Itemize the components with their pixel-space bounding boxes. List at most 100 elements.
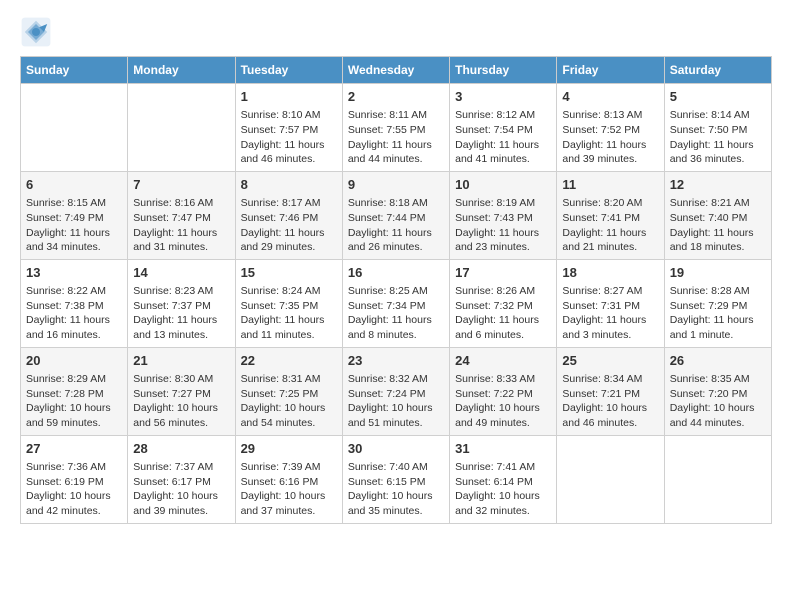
calendar-cell: 29Sunrise: 7:39 AM Sunset: 6:16 PM Dayli… [235, 435, 342, 523]
calendar-table: SundayMondayTuesdayWednesdayThursdayFrid… [20, 56, 772, 524]
cell-content: Sunrise: 8:14 AM Sunset: 7:50 PM Dayligh… [670, 108, 766, 167]
day-number: 15 [241, 264, 337, 282]
day-number: 16 [348, 264, 444, 282]
calendar-cell [21, 84, 128, 172]
day-header-sunday: Sunday [21, 57, 128, 84]
cell-content: Sunrise: 8:19 AM Sunset: 7:43 PM Dayligh… [455, 196, 551, 255]
calendar-cell: 15 Sunrise: 8:24 AM Sunset: 7:35 PM Dayli… [235, 259, 342, 347]
calendar-cell: 1 Sunrise: 8:10 AM Sunset: 7:57 PM Daylig… [235, 84, 342, 172]
day-number: 24 [455, 352, 551, 370]
header [20, 16, 772, 48]
cell-content: Sunrise: 8:13 AM Sunset: 7:52 PM Dayligh… [562, 108, 658, 167]
day-number: 31 [455, 440, 551, 458]
cell-content: Sunrise: 8:35 AM Sunset: 7:20 PM Dayligh… [670, 372, 766, 431]
day-number: 7 [133, 176, 229, 194]
day-number: 3 [455, 88, 551, 106]
cell-content: Sunrise: 8:21 AM Sunset: 7:40 PM Dayligh… [670, 196, 766, 255]
calendar-cell: 16 Sunrise: 8:25 AM Sunset: 7:34 PM Dayli… [342, 259, 449, 347]
day-number: 5 [670, 88, 766, 106]
day-header-friday: Friday [557, 57, 664, 84]
day-number: 9 [348, 176, 444, 194]
day-number: 17 [455, 264, 551, 282]
day-number: 6 [26, 176, 122, 194]
cell-content: Sunrise: 8:29 AM Sunset: 7:28 PM Dayligh… [26, 372, 122, 431]
cell-content: Sunrise: 8:25 AM Sunset: 7:34 PM Dayligh… [348, 284, 444, 343]
cell-content: Sunrise: 8:17 AM Sunset: 7:46 PM Dayligh… [241, 196, 337, 255]
cell-content: Sunrise: 8:23 AM Sunset: 7:37 PM Dayligh… [133, 284, 229, 343]
calendar-cell: 13 Sunrise: 8:22 AM Sunset: 7:38 PM Dayli… [21, 259, 128, 347]
day-number: 12 [670, 176, 766, 194]
cell-content: Sunrise: 7:40 AM Sunset: 6:15 PM Dayligh… [348, 460, 444, 519]
page: SundayMondayTuesdayWednesdayThursdayFrid… [0, 0, 792, 540]
cell-content: Sunrise: 8:24 AM Sunset: 7:35 PM Dayligh… [241, 284, 337, 343]
day-number: 13 [26, 264, 122, 282]
calendar-cell: 2Sunrise: 8:11 AM Sunset: 7:55 PM Daylig… [342, 84, 449, 172]
calendar-cell: 7Sunrise: 8:16 AM Sunset: 7:47 PM Daylig… [128, 171, 235, 259]
cell-content: Sunrise: 8:10 AM Sunset: 7:57 PM Dayligh… [241, 108, 337, 167]
day-number: 28 [133, 440, 229, 458]
week-row-4: 20 Sunrise: 8:29 AM Sunset: 7:28 PM Dayli… [21, 347, 772, 435]
calendar-cell: 12 Sunrise: 8:21 AM Sunset: 7:40 PM Dayli… [664, 171, 771, 259]
calendar-cell: 11 Sunrise: 8:20 AM Sunset: 7:41 PM Dayli… [557, 171, 664, 259]
day-number: 20 [26, 352, 122, 370]
week-row-2: 6 Sunrise: 8:15 AM Sunset: 7:49 PM Daylig… [21, 171, 772, 259]
day-number: 21 [133, 352, 229, 370]
day-number: 2 [348, 88, 444, 106]
cell-content: Sunrise: 8:22 AM Sunset: 7:38 PM Dayligh… [26, 284, 122, 343]
calendar-cell: 9 Sunrise: 8:18 AM Sunset: 7:44 PM Daylig… [342, 171, 449, 259]
day-number: 8 [241, 176, 337, 194]
calendar-cell: 23Sunrise: 8:32 AM Sunset: 7:24 PM Dayli… [342, 347, 449, 435]
day-header-wednesday: Wednesday [342, 57, 449, 84]
logo [20, 16, 54, 48]
cell-content: Sunrise: 7:37 AM Sunset: 6:17 PM Dayligh… [133, 460, 229, 519]
cell-content: Sunrise: 8:27 AM Sunset: 7:31 PM Dayligh… [562, 284, 658, 343]
header-row: SundayMondayTuesdayWednesdayThursdayFrid… [21, 57, 772, 84]
cell-content: Sunrise: 8:18 AM Sunset: 7:44 PM Dayligh… [348, 196, 444, 255]
cell-content: Sunrise: 8:20 AM Sunset: 7:41 PM Dayligh… [562, 196, 658, 255]
week-row-3: 13 Sunrise: 8:22 AM Sunset: 7:38 PM Dayli… [21, 259, 772, 347]
day-number: 10 [455, 176, 551, 194]
day-number: 14 [133, 264, 229, 282]
day-number: 22 [241, 352, 337, 370]
calendar-cell: 30 Sunrise: 7:40 AM Sunset: 6:15 PM Dayli… [342, 435, 449, 523]
calendar-cell: 14 Sunrise: 8:23 AM Sunset: 7:37 PM Dayli… [128, 259, 235, 347]
calendar-cell: 24 Sunrise: 8:33 AM Sunset: 7:22 PM Dayli… [450, 347, 557, 435]
cell-content: Sunrise: 8:31 AM Sunset: 7:25 PM Dayligh… [241, 372, 337, 431]
calendar-cell: 5 Sunrise: 8:14 AM Sunset: 7:50 PM Daylig… [664, 84, 771, 172]
calendar-cell: 25 Sunrise: 8:34 AM Sunset: 7:21 PM Dayli… [557, 347, 664, 435]
cell-content: Sunrise: 7:41 AM Sunset: 6:14 PM Dayligh… [455, 460, 551, 519]
cell-content: Sunrise: 8:33 AM Sunset: 7:22 PM Dayligh… [455, 372, 551, 431]
day-header-monday: Monday [128, 57, 235, 84]
calendar-cell: 31 Sunrise: 7:41 AM Sunset: 6:14 PM Dayli… [450, 435, 557, 523]
week-row-5: 27 Sunrise: 7:36 AM Sunset: 6:19 PM Dayli… [21, 435, 772, 523]
calendar-cell: 6 Sunrise: 8:15 AM Sunset: 7:49 PM Daylig… [21, 171, 128, 259]
day-number: 4 [562, 88, 658, 106]
calendar-cell: 27 Sunrise: 7:36 AM Sunset: 6:19 PM Dayli… [21, 435, 128, 523]
calendar-cell [664, 435, 771, 523]
calendar-cell [128, 84, 235, 172]
cell-content: Sunrise: 7:36 AM Sunset: 6:19 PM Dayligh… [26, 460, 122, 519]
day-number: 25 [562, 352, 658, 370]
day-header-thursday: Thursday [450, 57, 557, 84]
cell-content: Sunrise: 8:28 AM Sunset: 7:29 PM Dayligh… [670, 284, 766, 343]
cell-content: Sunrise: 8:30 AM Sunset: 7:27 PM Dayligh… [133, 372, 229, 431]
calendar-cell: 4 Sunrise: 8:13 AM Sunset: 7:52 PM Daylig… [557, 84, 664, 172]
day-number: 27 [26, 440, 122, 458]
day-number: 11 [562, 176, 658, 194]
calendar-cell: 28 Sunrise: 7:37 AM Sunset: 6:17 PM Dayli… [128, 435, 235, 523]
calendar-cell: 22 Sunrise: 8:31 AM Sunset: 7:25 PM Dayli… [235, 347, 342, 435]
day-number: 1 [241, 88, 337, 106]
calendar-cell [557, 435, 664, 523]
calendar-cell: 18 Sunrise: 8:27 AM Sunset: 7:31 PM Dayli… [557, 259, 664, 347]
day-header-saturday: Saturday [664, 57, 771, 84]
cell-content: Sunrise: 8:15 AM Sunset: 7:49 PM Dayligh… [26, 196, 122, 255]
logo-icon [20, 16, 52, 48]
calendar-cell: 19 Sunrise: 8:28 AM Sunset: 7:29 PM Dayli… [664, 259, 771, 347]
cell-content: Sunrise: 8:34 AM Sunset: 7:21 PM Dayligh… [562, 372, 658, 431]
day-number: 19 [670, 264, 766, 282]
cell-content: Sunrise: 8:32 AM Sunset: 7:24 PM Dayligh… [348, 372, 444, 431]
calendar-cell: 17Sunrise: 8:26 AM Sunset: 7:32 PM Dayli… [450, 259, 557, 347]
day-number: 18 [562, 264, 658, 282]
day-number: 29 [241, 440, 337, 458]
day-number: 30 [348, 440, 444, 458]
